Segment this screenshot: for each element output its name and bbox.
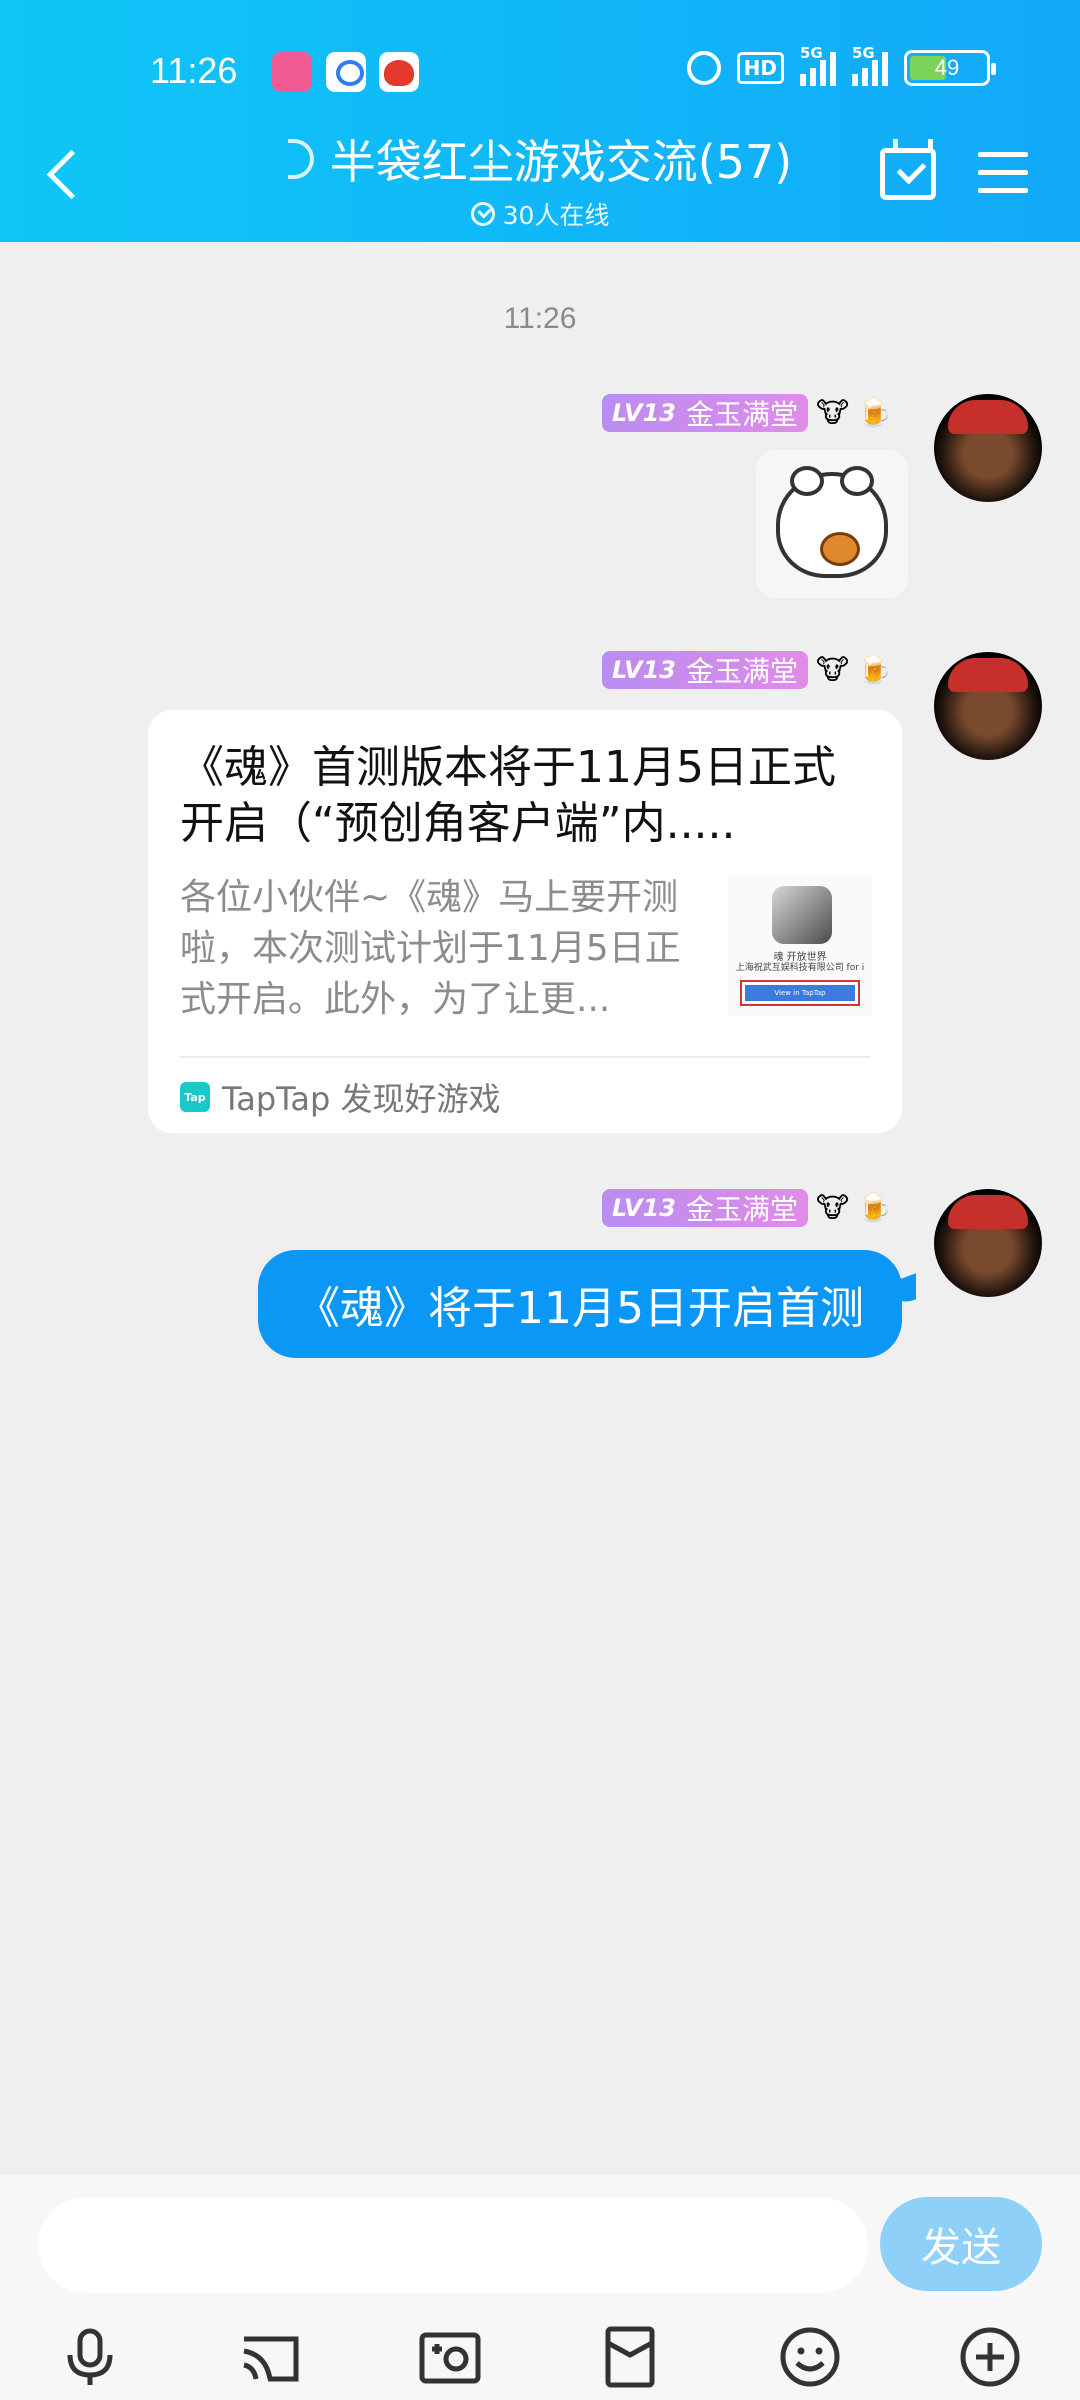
signal-icon-2: 5G: [852, 44, 888, 86]
card-divider: [180, 1056, 870, 1058]
sender-name: 金玉满堂: [685, 398, 798, 431]
status-indicators: HD 5G 5G 49: [686, 44, 996, 86]
message-input[interactable]: [38, 2197, 868, 2293]
cow-emoji-icon: 🐮: [815, 1191, 850, 1224]
signal-icon-1: 5G: [800, 44, 836, 86]
red-packet-icon[interactable]: [598, 2325, 662, 2389]
hd-icon: HD: [736, 52, 784, 84]
battery-icon: 49: [904, 50, 996, 86]
card-description: 各位小伙伴~《魂》马上要开测啦，本次测试计划于11月5日正式开启。此外，为了让更…: [180, 877, 681, 1020]
sender-info: LV13 金玉满堂 🐮 🍺: [602, 1189, 892, 1227]
group-title: 半袋红尘游戏交流(57): [329, 135, 793, 189]
cow-emoji-icon: 🐮: [815, 653, 850, 686]
text-message-bubble[interactable]: 《魂》将于11月5日开启首测: [258, 1250, 902, 1358]
cow-emoji-icon: 🐮: [815, 396, 850, 429]
beer-emoji-icon: 🍺: [857, 1191, 892, 1224]
sender-name: 金玉满堂: [685, 1193, 798, 1226]
card-title: 《魂》首测版本将于11月5日正式开启（“预创角客户端”内.....: [180, 742, 836, 849]
input-area: 发送: [0, 2175, 1080, 2400]
link-card-message[interactable]: 《魂》首测版本将于11月5日正式开启（“预创角客户端”内..... 各位小伙伴~…: [148, 710, 902, 1133]
card-source: Tap TapTap 发现好游戏: [180, 1074, 501, 1120]
level-badge: LV13 金玉满堂: [602, 394, 808, 432]
avatar[interactable]: [934, 1189, 1042, 1297]
status-bar: 11:26 HD 5G 5G 49: [0, 40, 1080, 104]
photo-icon[interactable]: [418, 2325, 482, 2389]
sender-name: 金玉满堂: [685, 655, 798, 688]
online-icon: [470, 202, 495, 226]
bilibili-notification-icon: [272, 52, 312, 92]
cast-icon[interactable]: [238, 2325, 302, 2389]
level-badge: LV13 金玉满堂: [602, 651, 808, 689]
emoji-icon[interactable]: [778, 2325, 842, 2389]
input-toolbar: [0, 2325, 1080, 2395]
chat-header: 11:26 HD 5G 5G 49 半袋红尘游戏交流(57) 30人在线: [0, 0, 1080, 242]
send-button[interactable]: 发送: [880, 2197, 1042, 2291]
card-thumbnail: 魂 开放世界 上海祝武互娱科技有限公司 for i View in TapTap: [728, 876, 872, 1016]
avatar[interactable]: [934, 652, 1042, 760]
battery-level: 49: [934, 55, 960, 80]
message-text: 《魂》将于11月5日开启首测: [296, 1283, 864, 1334]
level-badge: LV13 金玉满堂: [602, 1189, 808, 1227]
sender-info: LV13 金玉满堂 🐮 🍺: [602, 651, 892, 689]
taptap-icon: Tap: [180, 1082, 210, 1112]
game-logo-icon: [772, 886, 832, 944]
app-notification-icon: [379, 52, 419, 92]
microphone-icon[interactable]: [58, 2325, 122, 2389]
ear-icon: [287, 139, 314, 179]
card-source-label: TapTap 发现好游戏: [222, 1080, 501, 1118]
chat-timestamp: 11:26: [503, 302, 577, 335]
avatar[interactable]: [934, 394, 1042, 502]
online-count: 30人在线: [502, 201, 610, 230]
beer-emoji-icon: 🍺: [857, 396, 892, 429]
status-time: 11:26: [150, 50, 238, 91]
baidu-notification-icon: [326, 52, 366, 92]
sender-info: LV13 金玉满堂 🐮 🍺: [602, 394, 892, 432]
plus-icon[interactable]: [958, 2325, 1022, 2389]
alarm-icon: [686, 51, 721, 85]
menu-button[interactable]: [978, 150, 1028, 194]
sticker-message[interactable]: [756, 450, 908, 598]
beer-emoji-icon: 🍺: [857, 653, 892, 686]
calendar-check-button[interactable]: [880, 139, 936, 200]
